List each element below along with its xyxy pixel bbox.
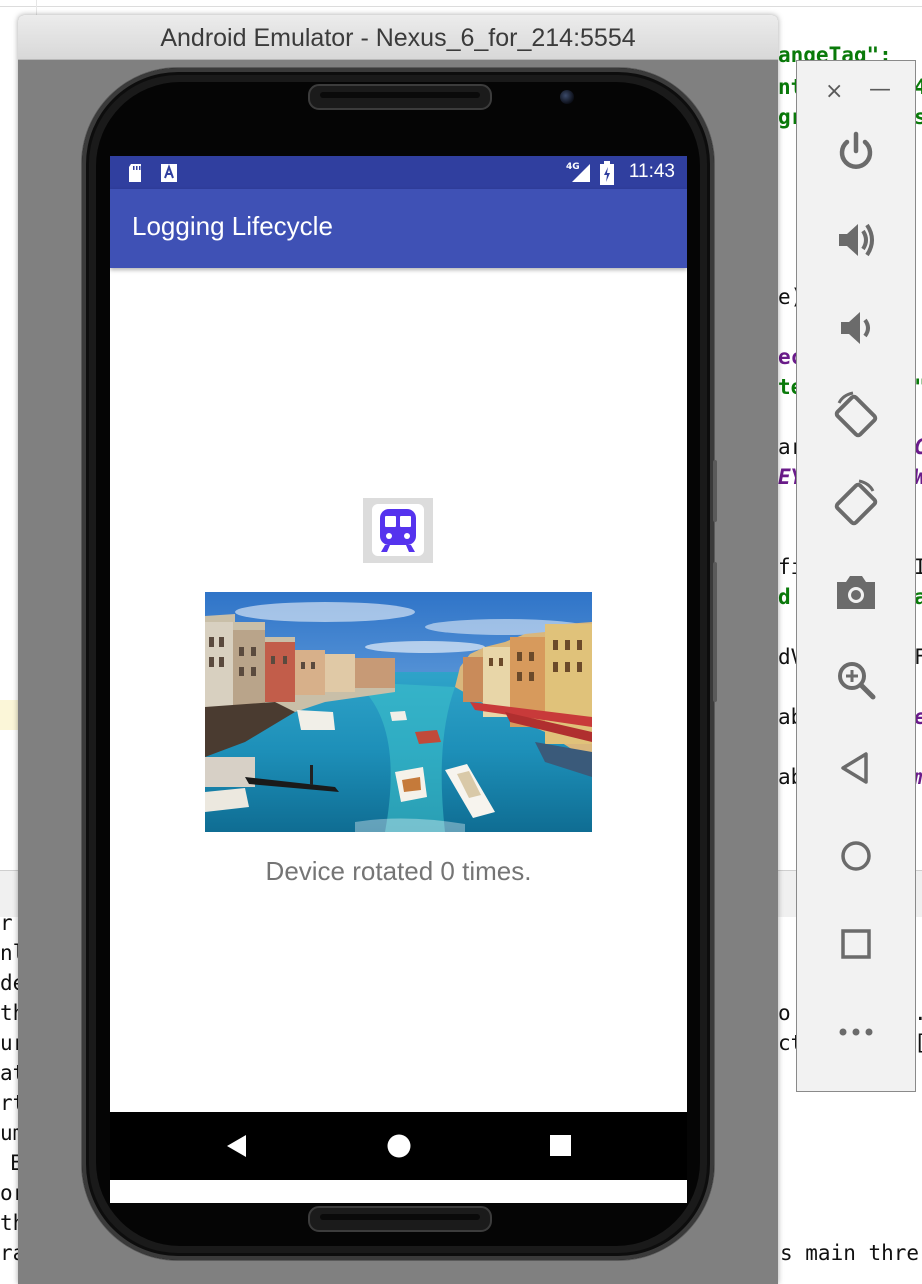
emulator-side-toolbar: × —	[796, 60, 916, 1092]
front-camera	[560, 90, 574, 104]
venice-canal-photo	[205, 592, 592, 832]
overview-icon[interactable]	[829, 917, 883, 971]
camera-icon[interactable]	[829, 565, 883, 619]
nav-home-icon[interactable]	[387, 1134, 411, 1162]
back-icon[interactable]	[829, 741, 883, 795]
toolbar-close-button[interactable]: ×	[825, 79, 843, 104]
emulator-titlebar[interactable]: Android Emulator - Nexus_6_for_214:5554	[18, 15, 778, 60]
network-type-label: 4G	[566, 162, 580, 172]
phone-power-key	[713, 460, 717, 522]
console-fragment: o	[778, 1001, 791, 1025]
nav-recents-icon[interactable]	[550, 1135, 572, 1161]
battery-icon	[600, 161, 614, 189]
device-screen: 4G 11:43 Logging Lifecycle Device rotate…	[110, 156, 687, 1203]
app-title: Logging Lifecycle	[132, 211, 333, 241]
console-fragment: r	[0, 911, 13, 935]
top-speaker-grille	[308, 84, 492, 110]
nav-back-icon[interactable]	[226, 1134, 248, 1162]
console-fragment: s main thre	[780, 1241, 920, 1265]
volume-up-icon[interactable]	[829, 213, 883, 267]
power-icon[interactable]	[829, 125, 883, 179]
navigation-bar	[110, 1112, 687, 1180]
train-image-button[interactable]	[363, 498, 433, 563]
phone-volume-key	[713, 562, 717, 702]
zoom-icon[interactable]	[829, 653, 883, 707]
more-icon[interactable]	[829, 1005, 883, 1059]
editor-line-highlight	[0, 700, 18, 730]
rotate-left-icon[interactable]	[829, 389, 883, 443]
rotate-right-icon[interactable]	[829, 477, 883, 531]
rotation-count-text: Device rotated 0 times.	[265, 856, 532, 886]
app-bar: Logging Lifecycle	[110, 189, 687, 268]
sd-card-icon	[127, 163, 143, 187]
status-bar: 4G 11:43	[110, 156, 687, 189]
signal-icon: 4G	[566, 160, 592, 188]
editor-top-border	[0, 6, 922, 7]
home-icon[interactable]	[829, 829, 883, 883]
bottom-speaker-grille	[308, 1206, 492, 1232]
notification-a-icon	[160, 163, 178, 187]
emulator-window-title: Android Emulator - Nexus_6_for_214:5554	[160, 24, 636, 52]
volume-down-icon[interactable]	[829, 301, 883, 355]
status-time: 11:43	[628, 161, 675, 182]
toolbar-minimize-button[interactable]: —	[869, 77, 891, 102]
train-icon	[372, 504, 424, 556]
code-fragment: d	[778, 585, 791, 609]
